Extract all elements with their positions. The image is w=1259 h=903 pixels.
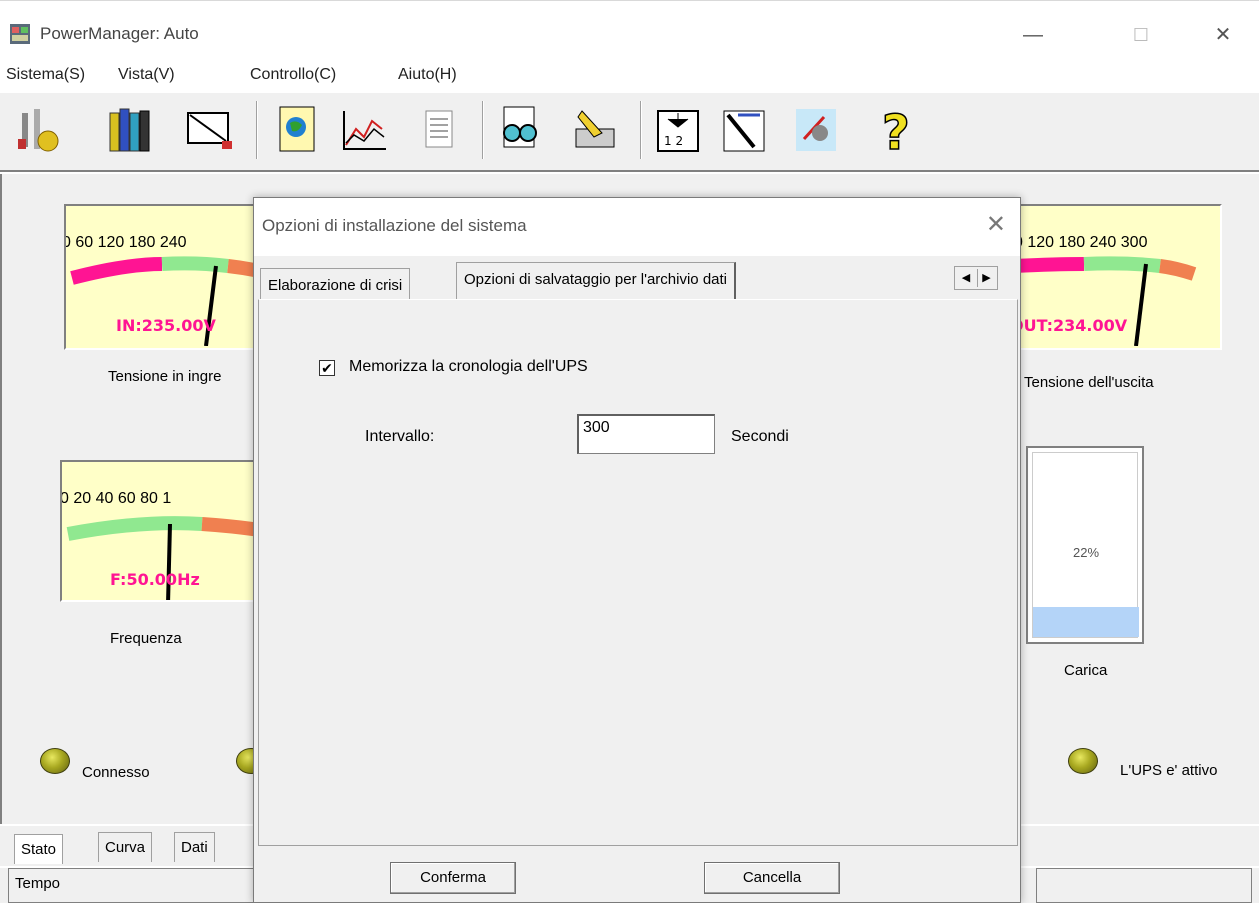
scheduler-icon[interactable]: 1 2 <box>652 99 704 161</box>
input-voltage-gauge: 0 60 120 180 240 IN:235.00V <box>64 204 264 350</box>
dialog-title-bar: Opzioni di installazione del sistema ✕ <box>254 198 1020 256</box>
interval-input[interactable] <box>577 414 715 454</box>
frequency-reading: F:50.00Hz <box>110 570 200 589</box>
confirm-button[interactable]: Conferma <box>390 862 516 894</box>
gauge-scale: 0 20 40 60 80 1 <box>60 490 172 507</box>
menu-vista[interactable]: Vista(V) <box>118 66 175 84</box>
minimize-button[interactable]: — <box>1010 20 1056 50</box>
tab-panel: ✔ Memorizza la cronologia dell'UPS Inter… <box>258 299 1018 846</box>
output-voltage-gauge: 0 120 180 240 300 OUT:234.00V <box>1012 204 1222 350</box>
status-cell <box>1036 868 1252 903</box>
window-title: PowerManager: Auto <box>40 24 199 43</box>
connected-label: Connesso <box>82 764 150 781</box>
menu-bar: Sistema(S) Vista(V) Controllo(C) Aiuto(H… <box>0 62 1259 92</box>
interval-unit: Secondi <box>731 428 789 445</box>
menu-controllo[interactable]: Controllo(C) <box>250 66 336 84</box>
tab-data-archive-options[interactable]: Opzioni di salvataggio per l'archivio da… <box>456 262 737 302</box>
ups-active-led <box>1068 748 1098 774</box>
broom-icon[interactable] <box>568 99 620 161</box>
load-percent: 22% <box>1072 545 1100 560</box>
tab-scroll-right-icon[interactable]: ▶ <box>977 269 995 287</box>
line-chart-icon[interactable] <box>338 99 390 161</box>
svg-text:1 2: 1 2 <box>664 134 683 148</box>
load-fill-bar <box>1033 607 1139 637</box>
dialog-title: Opzioni di installazione del sistema <box>262 216 527 235</box>
title-bar: PowerManager: Auto — ☐ ✕ <box>0 0 1259 64</box>
history-checkbox[interactable]: ✔ <box>319 360 335 376</box>
gauge-scale: 0 60 120 180 240 <box>64 234 187 251</box>
cancel-button[interactable]: Cancella <box>704 862 840 894</box>
gauge-arc <box>66 516 258 600</box>
tab-crisis-processing[interactable]: Elaborazione di crisi <box>260 268 411 302</box>
books-icon[interactable] <box>104 99 156 161</box>
satellite-icon[interactable] <box>790 99 842 161</box>
load-label: Carica <box>1064 662 1108 679</box>
load-meter: 22% <box>1026 446 1144 644</box>
dialog-close-button[interactable]: ✕ <box>986 210 1006 239</box>
list-document-icon[interactable] <box>414 99 466 161</box>
tab-scroll: ◀ ▶ <box>954 266 998 290</box>
close-button[interactable]: ✕ <box>1200 20 1246 50</box>
input-voltage-label: Tensione in ingre <box>108 368 222 385</box>
tab-curva[interactable]: Curva <box>98 832 153 862</box>
frequency-label: Frequenza <box>110 630 182 647</box>
globe-document-icon[interactable] <box>272 99 324 161</box>
tab-dati[interactable]: Dati <box>174 832 215 862</box>
hammer-settings-icon[interactable] <box>718 99 770 161</box>
history-checkbox-label: Memorizza la cronologia dell'UPS <box>349 358 588 375</box>
interval-label: Intervallo: <box>365 428 435 445</box>
app-icon <box>10 24 30 44</box>
tools-icon[interactable] <box>12 99 64 161</box>
tab-scroll-left-icon[interactable]: ◀ <box>957 269 975 287</box>
system-options-dialog: Opzioni di installazione del sistema ✕ E… <box>253 197 1021 903</box>
connected-led <box>40 748 70 774</box>
gauge-scale: 0 120 180 240 300 <box>1014 234 1148 251</box>
toolbar: 1 2 ? <box>0 92 1259 172</box>
status-time: Tempo <box>8 868 254 903</box>
menu-aiuto[interactable]: Aiuto(H) <box>398 66 457 84</box>
output-voltage-reading: OUT:234.00V <box>1012 316 1128 335</box>
tab-stato[interactable]: Stato <box>14 834 64 864</box>
output-voltage-label: Tensione dell'uscita <box>1024 374 1154 391</box>
menu-sistema[interactable]: Sistema(S) <box>6 66 85 84</box>
input-voltage-reading: IN:235.00V <box>116 316 216 335</box>
glasses-document-icon[interactable] <box>494 99 546 161</box>
frequency-gauge: 0 20 40 60 80 1 F:50.00Hz <box>60 460 260 602</box>
help-icon[interactable]: ? <box>876 99 928 161</box>
svg-text:?: ? <box>882 105 910 161</box>
maximize-button[interactable]: ☐ <box>1118 20 1164 50</box>
monitor-icon[interactable] <box>184 99 236 161</box>
ups-active-label: L'UPS e' attivo <box>1120 762 1218 779</box>
